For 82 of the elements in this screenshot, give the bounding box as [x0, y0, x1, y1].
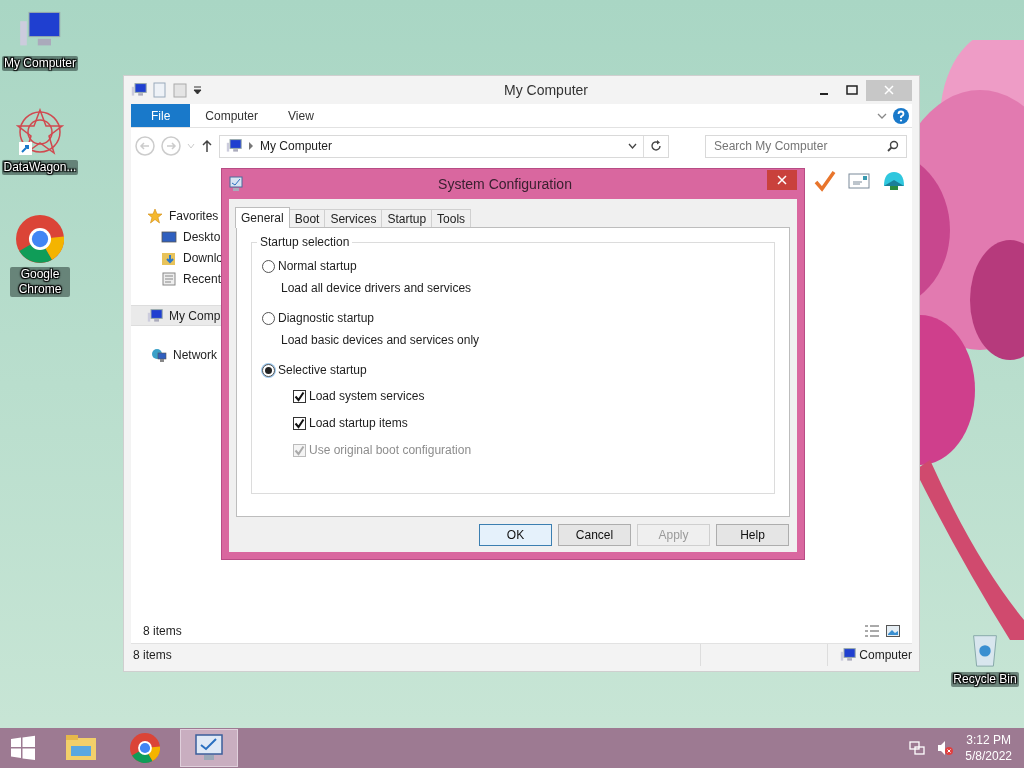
windows-logo-icon [10, 735, 36, 761]
option-description: Load basic devices and services only [280, 332, 481, 349]
clock-date: 5/8/2022 [965, 748, 1012, 764]
tab[interactable]: Tools [431, 209, 472, 227]
chrome-icon [16, 215, 64, 263]
chrome-icon [130, 733, 160, 763]
item-count: 8 items [143, 623, 183, 640]
minimize-icon [820, 92, 828, 95]
clock-time: 3:12 PM [965, 732, 1012, 748]
large-icons-view-icon[interactable] [886, 625, 900, 637]
tab[interactable]: General [235, 207, 290, 228]
checkbox[interactable] [293, 389, 306, 403]
checkbox-label[interactable]: Load system services [309, 387, 425, 405]
window-title: My Computer [503, 80, 589, 100]
up-arrow-icon[interactable] [201, 139, 213, 153]
close-icon [884, 85, 894, 95]
monitor-icon [229, 176, 243, 192]
radio-button[interactable] [262, 311, 275, 325]
dialog-button: Apply [637, 524, 710, 546]
star-icon [147, 207, 163, 224]
nav-item[interactable]: Deskto [131, 226, 227, 247]
breadcrumb-arrow-icon [248, 142, 254, 150]
nav-item-label: Favorites [169, 207, 219, 225]
computer-icon [147, 307, 163, 324]
radio-label[interactable]: Normal startup [278, 257, 357, 275]
nav-item[interactable]: Recent [131, 268, 227, 289]
maximize-icon [846, 85, 858, 95]
speaker-muted-icon[interactable] [937, 740, 954, 756]
taskbar-app-button[interactable] [180, 729, 238, 767]
nav-item[interactable]: Favorites [131, 205, 227, 226]
radio-label[interactable]: Selective startup [278, 361, 367, 379]
checkbox-label[interactable]: Load startup items [309, 414, 408, 432]
nav-item[interactable]: Downlo [131, 247, 227, 268]
refresh-icon[interactable] [650, 140, 662, 152]
option-description: Load all device drivers and services [280, 280, 473, 297]
dialog-button[interactable]: Cancel [558, 524, 631, 546]
status-location: Computer [859, 647, 912, 664]
ribbon-tab[interactable]: View [273, 104, 329, 127]
chevron-down-icon[interactable] [628, 143, 637, 149]
help-icon[interactable] [893, 107, 909, 124]
desktop-icon-label[interactable]: Recycle Bin [951, 672, 1019, 687]
document-icon [161, 270, 177, 287]
radio-label[interactable]: Diagnostic startup [278, 309, 375, 327]
nav-item-label: My Comp [169, 307, 221, 325]
computer-icon [131, 82, 147, 98]
close-icon [777, 175, 787, 185]
status-text: 8 items [132, 647, 173, 664]
address-text: My Computer [260, 138, 334, 155]
tab[interactable]: Startup [381, 209, 433, 227]
dialog-button[interactable]: Help [716, 524, 789, 546]
star-pattern-icon [16, 108, 64, 156]
nav-item-label: Recent [183, 270, 222, 288]
monitor-icon [194, 733, 224, 763]
dropdown-icon[interactable] [193, 85, 202, 95]
network-icon[interactable] [909, 740, 926, 756]
close-button[interactable] [767, 170, 797, 190]
checkbox-label: Use original boot configuration [309, 442, 472, 459]
envelope-icon[interactable] [848, 173, 870, 189]
details-view-icon[interactable] [864, 624, 880, 638]
radio-button[interactable] [262, 363, 275, 377]
nav-item[interactable]: Network [131, 344, 227, 365]
group-label: Startup selection [257, 235, 353, 249]
search-field[interactable]: Search My Computer [705, 134, 907, 158]
radio-button[interactable] [262, 259, 275, 273]
desktop-icon-label[interactable]: DataWagon... [1, 160, 79, 175]
ribbon-tab[interactable]: File [131, 104, 191, 127]
monitor-icon [161, 228, 177, 245]
address-bar[interactable]: My Computer [219, 134, 669, 158]
network-icon [151, 346, 167, 363]
nav-item-label: Network [173, 346, 217, 364]
nav-item-label: Deskto [183, 228, 221, 246]
ribbon-tab[interactable]: Computer [190, 104, 274, 127]
checkbox[interactable] [293, 416, 306, 430]
desktop-icon-label[interactable]: Google Chrome [10, 267, 70, 297]
dialog-button[interactable]: OK [479, 524, 552, 546]
nav-item-label: Downlo [183, 249, 224, 267]
desktop-icon-label[interactable]: My Computer [2, 56, 78, 71]
dialog-title: System Configuration [437, 174, 573, 194]
search-icon[interactable] [887, 140, 899, 152]
computer-icon [226, 138, 242, 154]
checkmark-icon[interactable] [814, 170, 836, 192]
computer-icon [840, 647, 857, 663]
